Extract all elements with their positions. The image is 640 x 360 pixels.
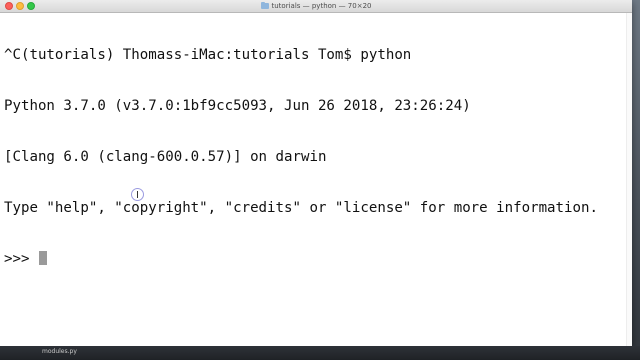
window-title: tutorials — python — 70×20 [271,2,372,10]
text-cursor [38,251,47,265]
terminal-window[interactable]: tutorials — python — 70×20 ^C(tutorials)… [0,0,632,346]
background-window-strip: modules.py [0,346,640,360]
title-bar[interactable]: tutorials — python — 70×20 [0,0,632,13]
background-file-label: modules.py [42,348,77,355]
terminal-line: ^C(tutorials) Thomass-iMac:tutorials Tom… [4,47,412,63]
terminal-line: Python 3.7.0 (v3.7.0:1bf9cc5093, Jun 26 … [4,98,471,114]
folder-icon [260,2,269,9]
window-title-group: tutorials — python — 70×20 [0,0,632,12]
vertical-scrollbar[interactable] [626,13,632,346]
python-prompt: >>> [4,251,38,267]
mouse-pointer-icon [131,188,144,201]
terminal-line: [Clang 6.0 (clang-600.0.57)] on darwin [4,149,327,165]
prompt-line[interactable]: >>> [4,251,632,268]
terminal-line: Type "help", "copyright", "credits" or "… [4,200,598,216]
terminal-output[interactable]: ^C(tutorials) Thomass-iMac:tutorials Tom… [0,13,632,346]
